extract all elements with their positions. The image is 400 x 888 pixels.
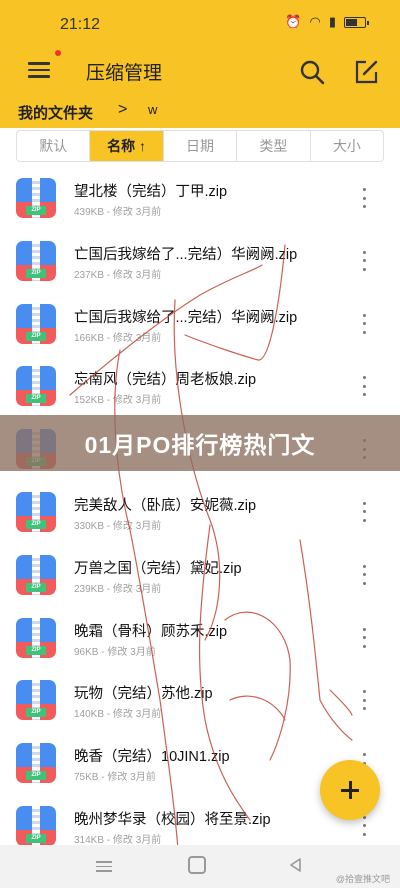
file-meta: 140KB - 修改 3月前 [74, 709, 162, 721]
edit-icon[interactable] [352, 58, 380, 86]
menu-icon-line [28, 68, 50, 71]
file-meta: 330KB - 修改 3月前 [74, 520, 162, 532]
breadcrumb-current[interactable]: w [148, 102, 157, 117]
zip-file-icon: ZIP [16, 366, 56, 407]
sort-tab-type[interactable]: 类型 [237, 131, 311, 161]
file-name: 玩物（完结）苏他.zip [74, 686, 213, 703]
file-name: 忘南风（完结）周老板娘.zip [74, 372, 257, 389]
zip-tag: ZIP [26, 708, 46, 718]
file-meta: 75KB - 修改 3月前 [74, 772, 156, 784]
system-nav-bar: @拾壹推文吧 [0, 845, 400, 888]
recent-apps-button[interactable] [96, 858, 112, 872]
status-bar: 21:12 ⏰ ◠ ▮ [0, 0, 400, 48]
alarm-icon: ⏰ [285, 14, 302, 29]
file-meta: 96KB - 修改 3月前 [74, 646, 156, 658]
add-button[interactable] [320, 760, 380, 820]
watermark: @拾壹推文吧 [335, 874, 390, 884]
file-meta: 152KB - 修改 3月前 [74, 395, 162, 407]
more-icon[interactable] [360, 376, 368, 397]
zip-file-icon: ZIP [16, 178, 56, 218]
file-list: ZIP 望北楼（完结）丁甲.zip 439KB - 修改 3月前 ZIP 亡国后我嫁给了… [0, 168, 400, 859]
file-row[interactable]: ZIP 望北楼（完结）丁甲.zip 439KB - 修改 3月前 [0, 168, 400, 231]
menu-icon-line [28, 62, 50, 65]
more-icon[interactable] [360, 313, 368, 334]
file-name: 完美敌人（卧底）安妮薇.zip [74, 497, 257, 514]
battery-icon [344, 16, 369, 28]
page-title: 压缩管理 [86, 63, 163, 84]
more-icon[interactable] [360, 564, 368, 585]
sort-tab-size[interactable]: 大小 [311, 131, 383, 161]
zip-tag: ZIP [26, 519, 46, 529]
file-row[interactable]: ZIP 万兽之国（完结）黛妃.zip 239KB - 修改 3月前 [0, 545, 400, 608]
back-icon[interactable] [288, 857, 304, 873]
more-icon[interactable] [360, 627, 368, 648]
file-row[interactable]: ZIP 亡国后我嫁给了...完结）华阙阙.zip 166KB - 修改 3月前 [0, 294, 400, 357]
file-name: 亡国后我嫁给了...完结）华阙阙.zip [74, 309, 298, 326]
more-icon[interactable] [360, 690, 368, 711]
file-meta: 237KB - 修改 3月前 [74, 269, 162, 281]
file-meta: 239KB - 修改 3月前 [74, 583, 162, 595]
status-time: 21:12 [60, 16, 101, 33]
zip-tag: ZIP [26, 771, 46, 781]
more-icon[interactable] [360, 188, 368, 208]
zip-file-icon: ZIP [16, 617, 56, 658]
more-icon[interactable] [360, 815, 368, 836]
app-bar: 压缩管理 [0, 48, 400, 94]
zip-tag: ZIP [26, 394, 46, 404]
menu-icon-line [96, 861, 112, 863]
zip-tag: ZIP [26, 645, 46, 655]
more-icon[interactable] [360, 501, 368, 522]
file-name: 望北楼（完结）丁甲.zip [74, 184, 228, 200]
zip-file-icon: ZIP [16, 680, 56, 721]
file-row[interactable]: ZIP 完美敌人（卧底）安妮薇.zip 330KB - 修改 3月前 [0, 482, 400, 545]
banner-text: 01月PO排行榜热门文 [84, 432, 316, 458]
file-row[interactable]: ZIP 亡国后我嫁给了...完结）华阙阙.zip 237KB - 修改 3月前 [0, 231, 400, 294]
zip-tag: ZIP [26, 833, 46, 843]
status-icons: ⏰ ◠ ▮ [285, 14, 369, 30]
sort-tab-default[interactable]: 默认 [17, 131, 91, 161]
file-name: 亡国后我嫁给了...完结）华阙阙.zip [74, 246, 298, 263]
file-meta: 439KB - 修改 3月前 [74, 207, 162, 218]
breadcrumb-root[interactable]: 我的文件夹 [18, 102, 93, 123]
zip-file-icon: ZIP [16, 491, 56, 532]
breadcrumb: 我的文件夹 > w [0, 94, 400, 128]
zip-tag: ZIP [26, 331, 46, 341]
menu-icon-line [28, 75, 50, 78]
file-name: 万兽之国（完结）黛妃.zip [74, 560, 242, 577]
notification-dot [55, 50, 61, 56]
sort-tab-date[interactable]: 日期 [164, 131, 238, 161]
plus-icon [341, 781, 359, 799]
file-row[interactable]: ZIP 忘南风（完结）周老板娘.zip 152KB - 修改 3月前 [0, 356, 400, 419]
file-meta: 166KB - 修改 3月前 [74, 332, 162, 344]
chevron-right-icon: > [118, 101, 128, 118]
menu-icon-line [96, 865, 112, 867]
zip-file-icon: ZIP [16, 743, 56, 784]
file-name: 晚香（完结）10JIN1.zip [74, 749, 230, 766]
menu-button[interactable] [28, 58, 54, 82]
menu-icon-line [96, 870, 112, 872]
sort-tab-name[interactable]: 名称 ↑ [90, 131, 164, 161]
signal-icon: ▮ [328, 14, 336, 29]
wifi-icon: ◠ [309, 14, 321, 29]
zip-file-icon: ZIP [16, 805, 56, 846]
file-row[interactable]: ZIP 玩物（完结）苏他.zip 140KB - 修改 3月前 [0, 670, 400, 733]
zip-tag: ZIP [26, 582, 46, 592]
sort-bar: 默认 名称 ↑ 日期 类型 大小 [16, 130, 384, 162]
zip-file-icon: ZIP [16, 554, 56, 595]
file-name: 晚州梦华录（校园）将至景.zip [74, 811, 271, 828]
more-icon[interactable] [360, 250, 368, 271]
home-button[interactable] [188, 856, 206, 874]
zip-tag: ZIP [26, 268, 46, 278]
overlay-banner: 01月PO排行榜热门文 [0, 415, 400, 471]
zip-tag: ZIP [26, 206, 46, 215]
file-row[interactable]: ZIP 晚霜（骨科）顾苏禾.zip 96KB - 修改 3月前 [0, 608, 400, 671]
file-name: 晚霜（骨科）顾苏禾.zip [74, 623, 228, 640]
file-meta: 314KB - 修改 3月前 [74, 834, 162, 846]
search-icon[interactable] [298, 58, 326, 86]
zip-file-icon: ZIP [16, 240, 56, 281]
zip-file-icon: ZIP [16, 303, 56, 344]
